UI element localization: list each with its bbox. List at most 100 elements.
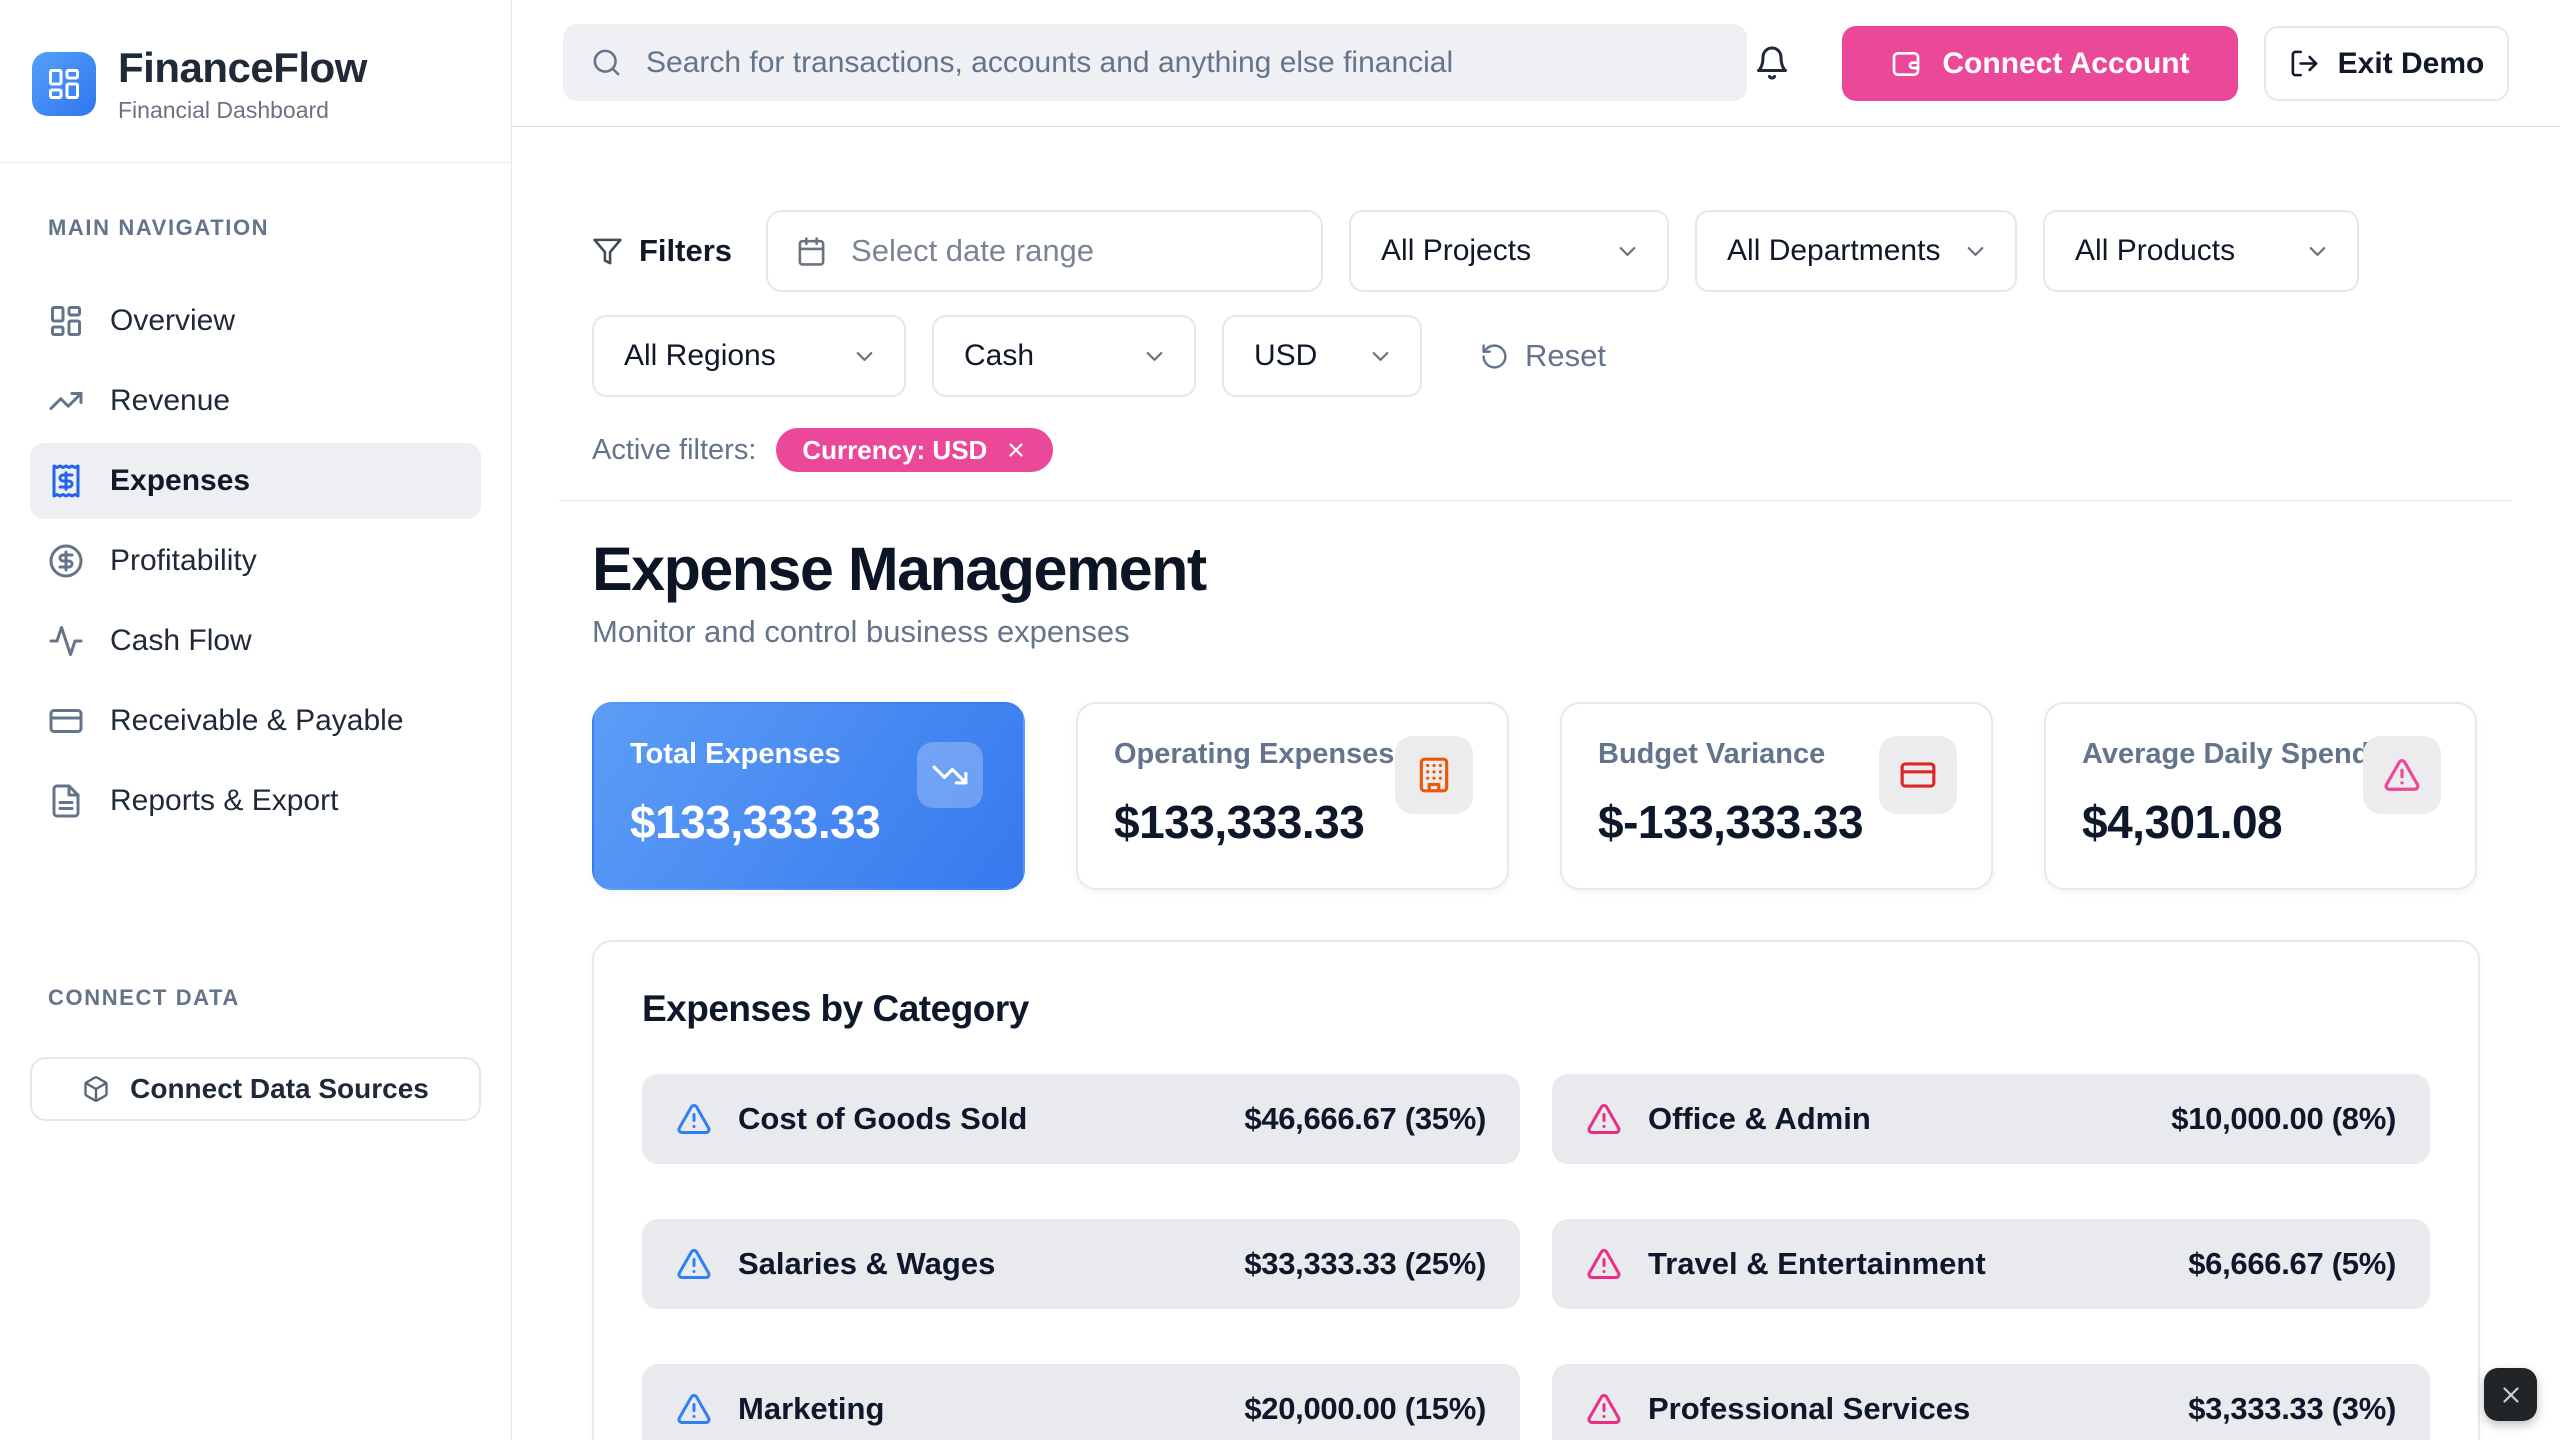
category-row-office-admin[interactable]: Office & Admin $10,000.00 (8%)	[1552, 1074, 2430, 1164]
category-row-professional-services[interactable]: Professional Services $3,333.33 (3%)	[1552, 1364, 2430, 1440]
chevron-down-icon	[1962, 238, 1989, 265]
category-value: $3,333.33 (3%)	[2188, 1391, 2396, 1427]
page-title: Expense Management	[592, 534, 2480, 604]
category-grid: Cost of Goods Sold $46,666.67 (35%) Offi…	[642, 1074, 2430, 1440]
connect-data-sources-button[interactable]: Connect Data Sources	[30, 1057, 481, 1121]
credit-card-icon	[1879, 736, 1957, 814]
app-title: FinanceFlow	[118, 44, 367, 92]
category-row-cost-of-goods-sold[interactable]: Cost of Goods Sold $46,666.67 (35%)	[642, 1074, 1520, 1164]
nav-section-header: MAIN NAVIGATION	[48, 215, 481, 241]
trending-up-icon	[48, 383, 84, 419]
chevron-down-icon	[2304, 238, 2331, 265]
category-value: $6,666.67 (5%)	[2188, 1246, 2396, 1282]
brand: FinanceFlow Financial Dashboard	[0, 0, 511, 163]
app-logo-icon	[32, 52, 96, 116]
chevron-down-icon	[1367, 343, 1394, 370]
regions-select-value: All Regions	[624, 339, 776, 373]
bell-icon	[1754, 45, 1800, 81]
category-label: Marketing	[738, 1391, 1218, 1427]
exit-demo-label: Exit Demo	[2338, 47, 2485, 81]
funnel-icon	[592, 236, 623, 267]
expenses-by-category-panel: Expenses by Category Cost of Goods Sold …	[592, 940, 2480, 1440]
connect-data-section: CONNECT DATA Connect Data Sources	[30, 985, 481, 1121]
wallet-icon	[1890, 48, 1922, 80]
connect-data-sources-label: Connect Data Sources	[130, 1073, 429, 1105]
sidebar-item-label: Cash Flow	[110, 624, 252, 658]
category-label: Salaries & Wages	[738, 1246, 1218, 1282]
file-text-icon	[48, 783, 84, 819]
sidebar-item-expenses[interactable]: Expenses	[30, 443, 481, 519]
chevron-down-icon	[1141, 343, 1168, 370]
panel-title: Expenses by Category	[642, 988, 2430, 1030]
close-widget-button[interactable]	[2484, 1368, 2537, 1421]
category-label: Cost of Goods Sold	[738, 1101, 1218, 1137]
app-tagline: Financial Dashboard	[118, 97, 367, 124]
active-filter-chip-currency[interactable]: Currency: USD	[776, 428, 1053, 472]
projects-select[interactable]: All Projects	[1349, 210, 1669, 292]
category-label: Professional Services	[1648, 1391, 2162, 1427]
regions-select[interactable]: All Regions	[592, 315, 906, 397]
sidebar: FinanceFlow Financial Dashboard MAIN NAV…	[0, 0, 512, 1440]
close-icon[interactable]	[1005, 439, 1027, 461]
sidebar-item-profitability[interactable]: Profitability	[30, 523, 481, 599]
category-row-salaries-wages[interactable]: Salaries & Wages $33,333.33 (25%)	[642, 1219, 1520, 1309]
reset-filters-button[interactable]: Reset	[1480, 338, 1606, 374]
date-range-input[interactable]: Select date range	[766, 210, 1323, 292]
stat-card-operating-expenses[interactable]: Operating Expenses $133,333.33	[1076, 702, 1509, 890]
circle-dollar-icon	[48, 543, 84, 579]
sidebar-item-overview[interactable]: Overview	[30, 283, 481, 359]
main-content: Filters Select date range All Projects A…	[512, 127, 2560, 1440]
page-subtitle: Monitor and control business expenses	[592, 614, 2480, 650]
connect-account-button[interactable]: Connect Account	[1842, 26, 2238, 101]
alert-triangle-icon	[676, 1246, 712, 1282]
sidebar-item-label: Overview	[110, 304, 235, 338]
payment-method-select-value: Cash	[964, 339, 1034, 373]
global-search[interactable]	[563, 24, 1747, 101]
active-filters-label: Active filters:	[592, 434, 756, 467]
projects-select-value: All Projects	[1381, 234, 1531, 268]
stat-card-average-daily-spend[interactable]: Average Daily Spend $4,301.08	[2044, 702, 2477, 890]
chevron-down-icon	[1614, 238, 1641, 265]
filters-label-group: Filters	[592, 233, 732, 269]
sidebar-item-receivable-payable[interactable]: Receivable & Payable	[30, 683, 481, 759]
stat-cards: Total Expenses $133,333.33 Operating Exp…	[592, 702, 2480, 890]
filters-label: Filters	[639, 233, 732, 269]
payment-method-select[interactable]: Cash	[932, 315, 1196, 397]
top-bar: Connect Account Exit Demo	[512, 0, 2560, 127]
receipt-icon	[48, 463, 84, 499]
section-divider	[559, 500, 2512, 501]
activity-icon	[48, 623, 84, 659]
sidebar-item-label: Profitability	[110, 544, 257, 578]
search-icon	[591, 47, 622, 78]
search-input[interactable]	[646, 46, 1719, 80]
connect-data-header: CONNECT DATA	[48, 985, 481, 1011]
active-filters-row: Active filters: Currency: USD	[592, 428, 2480, 472]
main-navigation: MAIN NAVIGATION Overview Revenue Expense…	[0, 163, 511, 839]
sidebar-item-reports-export[interactable]: Reports & Export	[30, 763, 481, 839]
sidebar-item-revenue[interactable]: Revenue	[30, 363, 481, 439]
filters-row-2: All Regions Cash USD Reset	[592, 315, 2480, 397]
departments-select-value: All Departments	[1727, 234, 1940, 268]
close-icon	[2498, 1382, 2524, 1408]
package-icon	[82, 1075, 110, 1103]
layout-dashboard-icon	[48, 303, 84, 339]
notifications-button[interactable]	[1754, 40, 1800, 86]
category-value: $46,666.67 (35%)	[1244, 1101, 1486, 1137]
stat-card-total-expenses[interactable]: Total Expenses $133,333.33	[592, 702, 1025, 890]
category-row-travel-entertainment[interactable]: Travel & Entertainment $6,666.67 (5%)	[1552, 1219, 2430, 1309]
log-out-icon	[2289, 48, 2320, 79]
products-select[interactable]: All Products	[2043, 210, 2359, 292]
sidebar-item-cash-flow[interactable]: Cash Flow	[30, 603, 481, 679]
category-value: $20,000.00 (15%)	[1244, 1391, 1486, 1427]
currency-select[interactable]: USD	[1222, 315, 1422, 397]
departments-select[interactable]: All Departments	[1695, 210, 2017, 292]
building-icon	[1395, 736, 1473, 814]
alert-triangle-icon	[676, 1391, 712, 1427]
currency-select-value: USD	[1254, 339, 1317, 373]
reset-label: Reset	[1525, 338, 1606, 374]
category-row-marketing[interactable]: Marketing $20,000.00 (15%)	[642, 1364, 1520, 1440]
stat-card-budget-variance[interactable]: Budget Variance $-133,333.33	[1560, 702, 1993, 890]
products-select-value: All Products	[2075, 234, 2235, 268]
exit-demo-button[interactable]: Exit Demo	[2264, 26, 2509, 101]
alert-triangle-icon	[676, 1101, 712, 1137]
